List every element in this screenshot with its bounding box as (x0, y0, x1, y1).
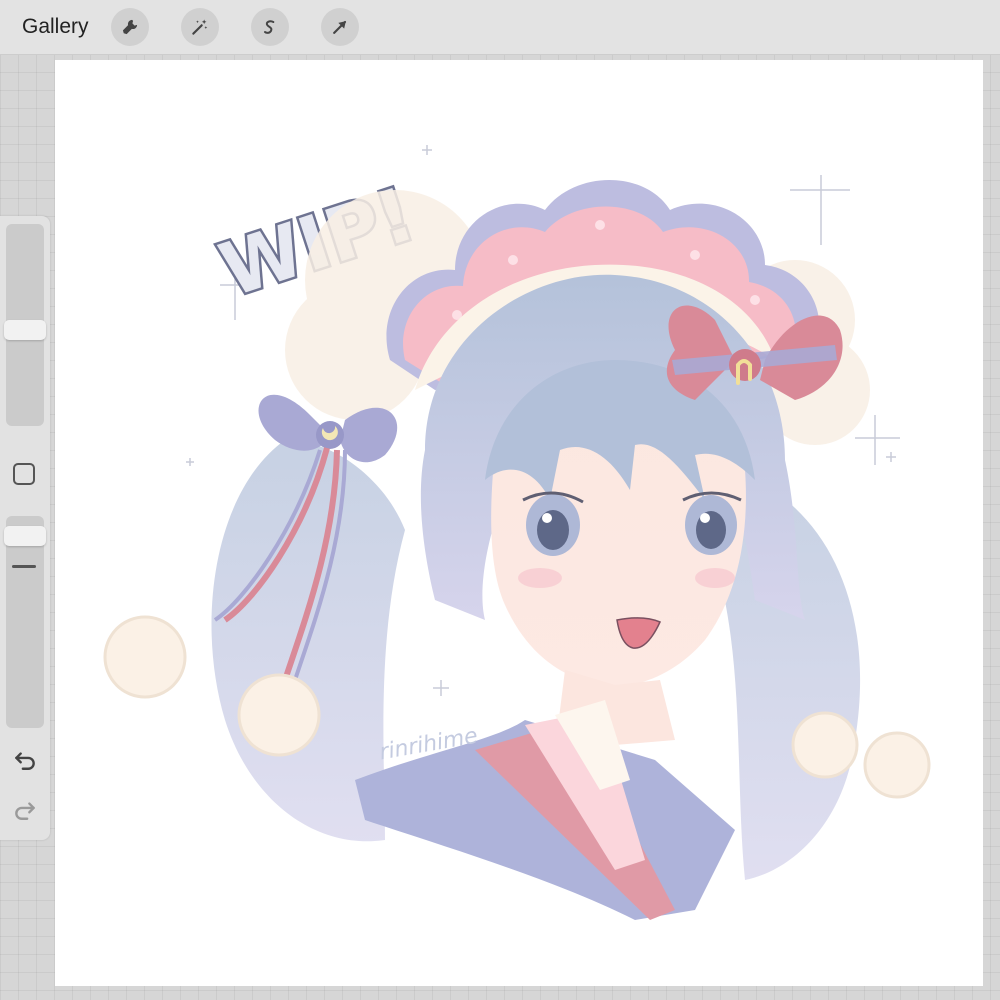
slider-divider (12, 565, 36, 568)
arrow-cursor-icon (332, 20, 346, 34)
gallery-button[interactable]: Gallery (22, 15, 89, 39)
transform-button[interactable] (320, 8, 359, 46)
adjustments-button[interactable] (180, 8, 219, 46)
actions-button[interactable] (110, 8, 149, 46)
top-toolbar: Gallery (0, 0, 1000, 55)
magic-wand-icon (191, 19, 207, 35)
artwork-illustration: WIP! (103, 145, 931, 920)
brush-size-knob[interactable] (4, 320, 46, 340)
opacity-knob[interactable] (4, 526, 46, 546)
wrench-icon (122, 19, 137, 35)
drawing-canvas[interactable]: WIP! (55, 60, 983, 986)
opacity-slider[interactable] (6, 516, 44, 728)
left-blush (518, 568, 562, 588)
right-blush (695, 568, 735, 588)
redo-icon[interactable] (12, 796, 38, 822)
selection-button[interactable] (250, 8, 289, 46)
undo-icon[interactable] (12, 746, 38, 772)
modify-square-button[interactable] (13, 463, 35, 485)
selection-s-icon (263, 20, 274, 34)
left-sidebar (0, 216, 50, 840)
